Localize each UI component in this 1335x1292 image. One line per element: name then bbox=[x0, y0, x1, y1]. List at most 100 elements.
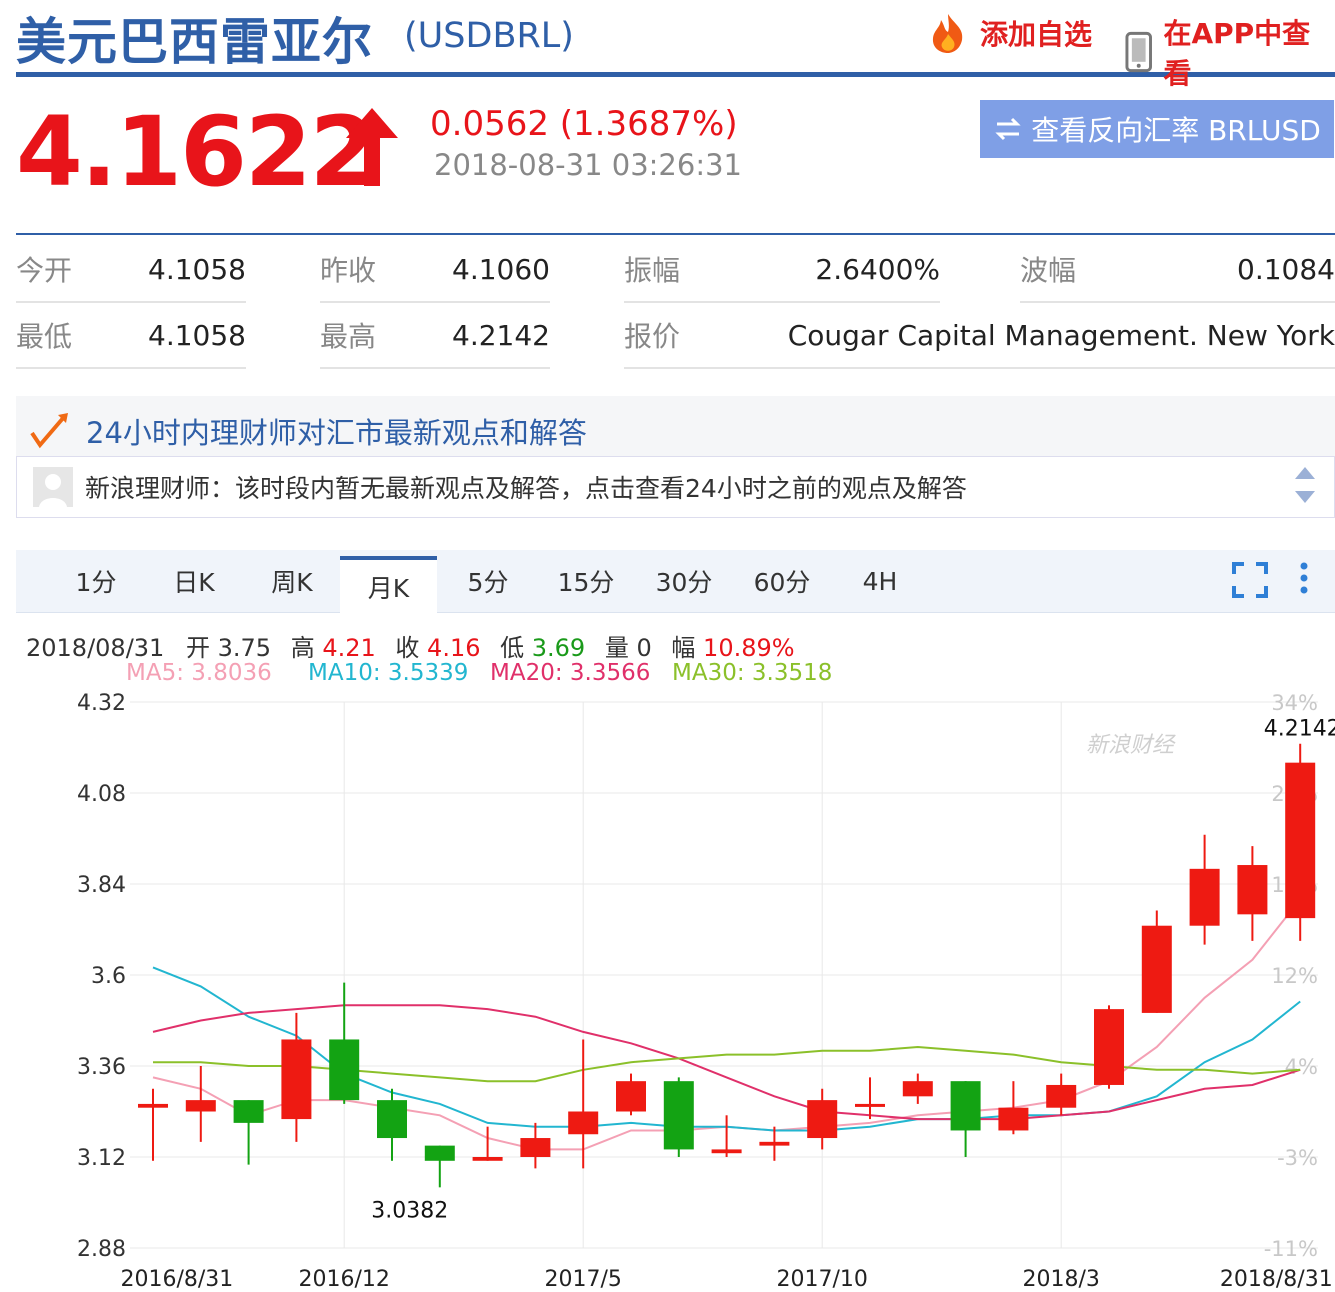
ma-line-ma30 bbox=[153, 1045, 1301, 1083]
volume-label: 量 bbox=[604, 634, 629, 662]
range-value: 10.89% bbox=[703, 634, 795, 662]
reverse-rate-label: 查看反向汇率 BRLUSD bbox=[1031, 114, 1321, 147]
ohlc-summary: 2018/08/31 开 3.75 高 4.21 收 4.16 低 3.69 量… bbox=[26, 628, 795, 663]
stat-value: 4.1060 bbox=[452, 252, 550, 286]
extreme-value-label: 3.0382 bbox=[371, 1198, 448, 1223]
right-pct-label: 12% bbox=[1271, 964, 1318, 988]
close-value: 4.16 bbox=[427, 634, 481, 662]
x-tick-label: 2017/10 bbox=[776, 1267, 867, 1290]
x-tick-label: 2018/8/31 bbox=[1220, 1267, 1333, 1290]
tab-monthly[interactable]: 月K bbox=[340, 556, 437, 614]
scroll-arrows-icon[interactable] bbox=[1294, 465, 1316, 505]
candle-body bbox=[424, 1145, 455, 1161]
stats-table: 今开 4.1058 昨收 4.1060 振幅 2.6400% 波幅 0.1084… bbox=[16, 233, 1335, 369]
tab-5min[interactable]: 5分 bbox=[438, 550, 538, 612]
candle-body bbox=[472, 1157, 503, 1161]
stat-quoter: 报价 Cougar Capital Management. New York bbox=[624, 303, 1335, 369]
candle-body bbox=[185, 1100, 216, 1112]
view-in-app-label: 在APP中查看 bbox=[1163, 17, 1311, 90]
high-value: 4.21 bbox=[322, 634, 376, 662]
more-menu-icon[interactable] bbox=[1296, 560, 1312, 600]
stat-open: 今开 4.1058 bbox=[16, 237, 246, 303]
right-pct-label: 4% bbox=[1285, 1055, 1318, 1079]
tab-30min[interactable]: 30分 bbox=[634, 550, 734, 612]
candle-body bbox=[138, 1103, 168, 1108]
extreme-value-label: 4.2142 bbox=[1264, 717, 1335, 742]
advisor-heading-text: 24小时内理财师对汇市最新观点和解答 bbox=[86, 416, 587, 450]
y-tick-label: 2.88 bbox=[77, 1237, 126, 1262]
watermark-text: 新浪财经 bbox=[1086, 733, 1176, 758]
stat-label: 振幅 bbox=[624, 254, 681, 287]
high-label: 高 bbox=[290, 634, 315, 662]
y-tick-label: 3.12 bbox=[77, 1146, 126, 1171]
candle-body bbox=[807, 1100, 838, 1139]
tab-4h[interactable]: 4H bbox=[830, 550, 930, 612]
swap-icon bbox=[995, 117, 1021, 141]
candle-body bbox=[1237, 865, 1268, 915]
phone-icon bbox=[1125, 31, 1152, 73]
stat-range: 波幅 0.1084 bbox=[1020, 237, 1335, 303]
low-label: 低 bbox=[500, 634, 525, 662]
candle-body bbox=[281, 1039, 312, 1120]
advisor-heading[interactable]: 24小时内理财师对汇市最新观点和解答 bbox=[30, 410, 587, 452]
candle-body bbox=[329, 1039, 360, 1101]
stat-value: 4.2142 bbox=[452, 318, 550, 352]
stat-label: 最高 bbox=[320, 320, 377, 353]
tab-60min[interactable]: 60分 bbox=[732, 550, 832, 612]
candle-body bbox=[568, 1111, 599, 1135]
header: 美元巴西雷亚尔 (USDBRL) 添加自选 在APP中查看 bbox=[16, 0, 1335, 90]
x-tick-label: 2017/5 bbox=[544, 1267, 621, 1290]
reverse-rate-button[interactable]: 查看反向汇率 BRLUSD bbox=[980, 100, 1334, 158]
stat-value: 0.1084 bbox=[1237, 252, 1335, 286]
ma20-legend: MA20: 3.3566 bbox=[490, 660, 651, 686]
y-tick-label: 4.08 bbox=[77, 782, 126, 807]
view-in-app-button[interactable]: 在APP中查看 bbox=[1124, 12, 1335, 92]
avatar bbox=[33, 467, 73, 507]
stat-low: 最低 4.1058 bbox=[16, 303, 246, 369]
tab-weekly[interactable]: 周K bbox=[242, 550, 342, 612]
open-label: 开 bbox=[185, 634, 210, 662]
candle-body bbox=[950, 1081, 981, 1131]
price-change: 0.0562 (1.3687%) bbox=[430, 104, 738, 144]
quote-time: 2018-08-31 03:26:31 bbox=[434, 148, 742, 182]
trend-check-icon bbox=[30, 413, 68, 449]
candle-body bbox=[663, 1081, 694, 1150]
ma-line-ma5 bbox=[152, 898, 1301, 1151]
fire-icon bbox=[932, 14, 963, 53]
candle-body bbox=[998, 1107, 1029, 1131]
candle-body bbox=[1141, 925, 1172, 1013]
stat-amplitude: 振幅 2.6400% bbox=[624, 237, 940, 303]
stat-value: 4.1058 bbox=[148, 252, 246, 286]
candlestick-chart[interactable]: 4.3234%4.0827%3.8419%3.612%3.364%3.12-3%… bbox=[0, 690, 1335, 1290]
user-silhouette-icon bbox=[33, 467, 73, 507]
low-value: 3.69 bbox=[531, 634, 586, 662]
page-title: 美元巴西雷亚尔 bbox=[16, 13, 373, 71]
open-value: 3.75 bbox=[217, 634, 272, 662]
stat-value: Cougar Capital Management. New York bbox=[787, 318, 1335, 352]
advisor-message-box[interactable]: 新浪理财师：该时段内暂无最新观点及解答，点击查看24小时之前的观点及解答 bbox=[16, 456, 1335, 518]
stat-label: 最低 bbox=[16, 320, 73, 353]
right-pct-label: -3% bbox=[1277, 1146, 1318, 1170]
tab-1min[interactable]: 1分 bbox=[46, 550, 146, 612]
ma-line-ma20 bbox=[152, 1004, 1301, 1121]
candle-body bbox=[377, 1100, 407, 1139]
ma10-legend: MA10: 3.5339 bbox=[308, 660, 469, 686]
advisor-message: 新浪理财师：该时段内暂无最新观点及解答，点击查看24小时之前的观点及解答 bbox=[85, 474, 967, 503]
candle-body bbox=[233, 1100, 264, 1123]
y-tick-label: 3.6 bbox=[91, 964, 126, 989]
candle-body bbox=[1285, 762, 1316, 919]
candle-body bbox=[855, 1103, 885, 1107]
fullscreen-icon[interactable] bbox=[1232, 562, 1268, 598]
stat-label: 今开 bbox=[16, 254, 73, 287]
current-price: 4.1622 bbox=[16, 96, 376, 208]
stat-label: 波幅 bbox=[1020, 254, 1077, 287]
candle-body bbox=[902, 1081, 933, 1097]
range-label: 幅 bbox=[671, 634, 696, 662]
x-tick-label: 2016/12 bbox=[298, 1267, 389, 1290]
stat-prev-close: 昨收 4.1060 bbox=[320, 237, 550, 303]
right-pct-label: -11% bbox=[1264, 1237, 1318, 1261]
tab-15min[interactable]: 15分 bbox=[536, 550, 636, 612]
tab-daily[interactable]: 日K bbox=[144, 550, 244, 612]
add-favorite-button[interactable]: 添加自选 bbox=[926, 12, 1092, 54]
candle-body bbox=[1046, 1084, 1077, 1108]
